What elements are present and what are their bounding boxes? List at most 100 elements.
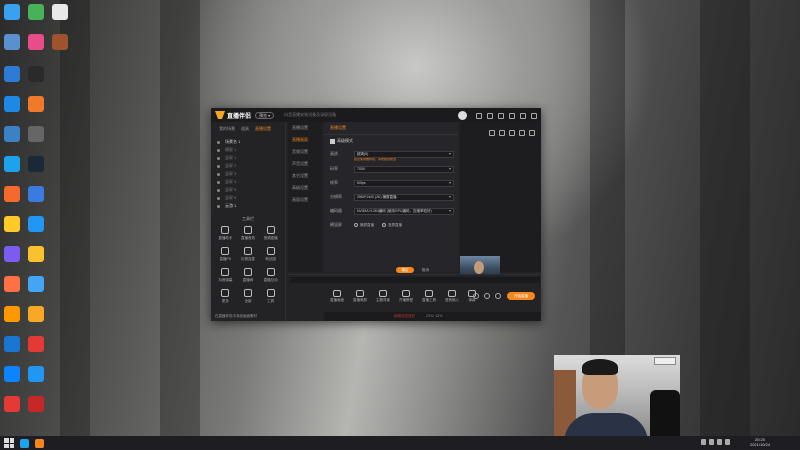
settings-item[interactable]: 声音设置	[288, 158, 322, 170]
screenshot-icon[interactable]	[499, 130, 505, 136]
bottom-tool[interactable]: 直播工具	[422, 290, 436, 303]
settings-item[interactable]: 画面设置	[288, 194, 322, 206]
netease-music-icon[interactable]	[4, 396, 20, 412]
tab-live-settings[interactable]: 直播设置	[255, 126, 271, 132]
app-icon[interactable]	[4, 246, 20, 262]
encoder-select[interactable]: NVIDIA H.264编码 (使用GPU编码，压缩率较好)	[354, 207, 454, 215]
scene-item[interactable]: 竖屏 1	[215, 154, 281, 162]
app-icon[interactable]	[28, 126, 44, 142]
resolution-select[interactable]: 2560*1440 (2K) 横屏直播	[354, 193, 454, 201]
app-icon[interactable]	[28, 96, 44, 112]
tool-item[interactable]: 直播互动	[260, 268, 281, 283]
tool-item[interactable]: 全部	[238, 289, 259, 304]
gear-icon[interactable]	[495, 293, 501, 299]
close-icon[interactable]	[531, 112, 537, 119]
bottom-tool[interactable]: 语音输入	[445, 290, 459, 303]
tray-icon[interactable]	[701, 439, 706, 445]
app-icon[interactable]	[4, 4, 20, 20]
clock[interactable]: 20:20 2021/10/24	[750, 437, 770, 447]
bottom-tool[interactable]: 直播画面	[330, 290, 344, 303]
app-icon[interactable]	[4, 66, 20, 82]
scene-item[interactable]: 竖屏 2	[215, 162, 281, 170]
settings-icon[interactable]	[498, 112, 504, 119]
tool-item[interactable]: 更多	[215, 289, 236, 304]
app-icon[interactable]	[28, 396, 44, 412]
user-avatar[interactable]	[458, 111, 467, 120]
app-icon[interactable]	[4, 126, 20, 142]
radio-portrait[interactable]: 竖屏直播	[382, 223, 402, 228]
minimize-icon[interactable]	[509, 112, 515, 119]
tool-item[interactable]: 直播PK	[215, 247, 236, 262]
tray-icon[interactable]	[709, 439, 714, 445]
app-icon[interactable]	[28, 246, 44, 262]
settings-item[interactable]: 直播设置	[288, 122, 322, 134]
app-icon[interactable]	[28, 336, 44, 352]
edge-icon[interactable]	[4, 156, 20, 172]
edge-taskbar-icon[interactable]	[20, 438, 29, 448]
skin-icon[interactable]	[476, 112, 482, 119]
app-icon[interactable]	[28, 34, 44, 50]
app-icon[interactable]	[4, 34, 20, 50]
fps-select[interactable]: 60fps	[354, 179, 454, 187]
network-icon[interactable]	[717, 439, 722, 445]
settings-item[interactable]: 其它设置	[288, 170, 322, 182]
tool-item[interactable]: 视频直播	[260, 226, 281, 241]
ok-button[interactable]: 确定	[396, 267, 414, 273]
tool-item[interactable]: 直播音效	[238, 226, 259, 241]
version-dropdown[interactable]: 预览 ▾	[255, 111, 275, 119]
qq-icon[interactable]	[4, 336, 20, 352]
app-icon[interactable]	[4, 306, 20, 322]
quality-select[interactable]: 超清(5)	[354, 150, 454, 158]
scene-item[interactable]: 横屏 1	[215, 146, 281, 154]
record-icon[interactable]	[509, 130, 515, 136]
app-icon[interactable]	[28, 216, 44, 232]
maximize-icon[interactable]	[520, 112, 526, 119]
app-icon[interactable]	[28, 276, 44, 292]
cancel-button[interactable]: 取消	[422, 268, 429, 273]
bottom-tool[interactable]: 开播教程	[399, 290, 413, 303]
advanced-mode-checkbox[interactable]: 高级模式	[324, 135, 458, 147]
scene-item[interactable]: 竖屏 5	[215, 186, 281, 194]
message-icon[interactable]	[487, 112, 493, 119]
file-icon[interactable]	[52, 4, 68, 20]
app-icon[interactable]	[4, 186, 20, 202]
app-icon[interactable]	[52, 34, 68, 50]
app-icon[interactable]	[28, 186, 44, 202]
mic-icon[interactable]	[484, 293, 490, 299]
app-icon[interactable]	[28, 306, 44, 322]
scene-item[interactable]: 竖屏 6	[215, 194, 281, 202]
fullscreen-icon[interactable]	[519, 130, 525, 136]
steam-icon[interactable]	[28, 156, 44, 172]
tool-item[interactable]: 工具	[260, 289, 281, 304]
layout-icon[interactable]	[489, 130, 495, 136]
tool-item[interactable]: 直播助手	[215, 226, 236, 241]
app-icon[interactable]	[4, 96, 20, 112]
bottom-tool[interactable]: 直播美颜	[353, 290, 367, 303]
share-icon[interactable]	[529, 130, 535, 136]
scene-item[interactable]: 云游 1	[215, 202, 281, 210]
settings-item[interactable]: 音频设置	[288, 146, 322, 158]
camera-icon[interactable]	[473, 293, 479, 299]
tool-item[interactable]: 粉丝团	[260, 247, 281, 262]
scene-item[interactable]: 竖屏 4	[215, 178, 281, 186]
start-live-button[interactable]: 开始直播	[507, 292, 535, 300]
app-icon[interactable]	[4, 366, 20, 382]
windows-start-button[interactable]	[4, 438, 14, 448]
settings-item[interactable]: 直播画面	[288, 134, 322, 146]
settings-item[interactable]: 高级设置	[288, 182, 322, 194]
app-icon[interactable]	[28, 366, 44, 382]
app-icon[interactable]	[28, 4, 44, 20]
tool-item[interactable]: 直播间	[238, 268, 259, 283]
live-companion-taskbar-icon[interactable]	[35, 438, 44, 448]
bottom-tool[interactable]: 主题背景	[376, 290, 390, 303]
app-icon[interactable]	[4, 276, 20, 292]
bottom-notice[interactable]: 在直播伴侣中添加画面素材	[215, 314, 257, 319]
tab-props[interactable]: 道具	[241, 126, 249, 132]
tool-item[interactable]: 抖音弹幕	[215, 268, 236, 283]
tool-item[interactable]: 礼物连麦	[238, 247, 259, 262]
scene-item[interactable]: 场景名 1	[215, 138, 281, 146]
volume-icon[interactable]	[725, 439, 730, 445]
tab-scenes[interactable]: 我的场景	[219, 126, 235, 132]
bitrate-select[interactable]: 7000	[354, 165, 454, 173]
app-icon[interactable]	[28, 66, 44, 82]
